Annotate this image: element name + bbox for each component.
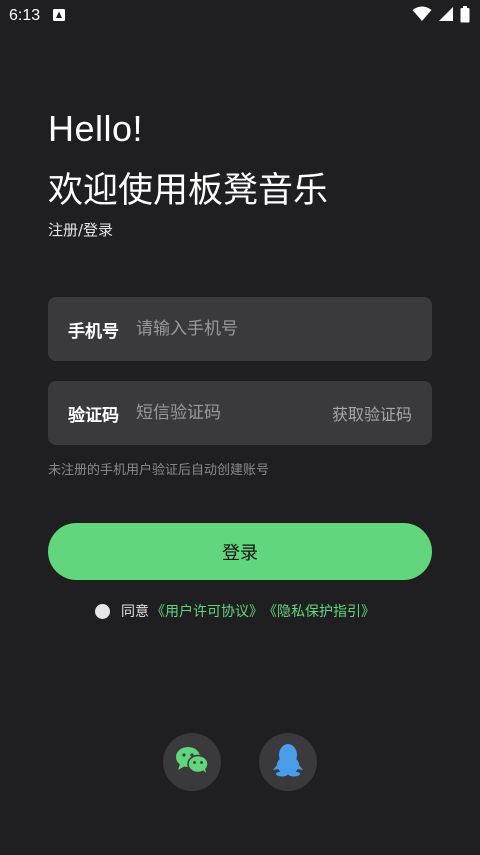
login-button[interactable]: 登录: [48, 523, 432, 580]
wifi-icon: [412, 6, 432, 26]
status-bar: 6:13: [0, 0, 480, 32]
agreement-row: 同意 《用户许可协议》 《隐私保护指引》: [95, 601, 375, 621]
get-code-button[interactable]: 获取验证码: [332, 401, 412, 425]
user-agreement-link[interactable]: 《用户许可协议》: [151, 601, 263, 621]
phone-input[interactable]: [136, 319, 412, 339]
notification-icon: [52, 7, 66, 26]
phone-label: 手机号: [68, 321, 119, 342]
auto-register-hint: 未注册的手机用户验证后自动创建账号: [48, 463, 270, 478]
wechat-icon: [175, 746, 209, 778]
hello-title: Hello!: [48, 108, 144, 149]
qq-icon: [273, 743, 303, 781]
signal-icon: [438, 6, 454, 26]
agreement-radio[interactable]: [95, 603, 110, 619]
status-right: [412, 5, 470, 27]
wechat-login-button[interactable]: [163, 733, 221, 791]
status-left: 6:13: [9, 7, 66, 26]
qq-login-button[interactable]: [259, 733, 317, 791]
status-time: 6:13: [9, 7, 41, 24]
code-label: 验证码: [68, 405, 119, 426]
privacy-policy-link[interactable]: 《隐私保护指引》: [263, 601, 375, 621]
agreement-prefix: 同意: [121, 604, 149, 620]
phone-field: 手机号: [48, 297, 432, 361]
verification-code-field: 验证码 获取验证码: [48, 381, 432, 445]
welcome-title: 欢迎使用板凳音乐: [48, 171, 329, 211]
battery-icon: [460, 5, 470, 27]
register-login-subtitle: 注册/登录: [48, 221, 114, 239]
code-input[interactable]: [136, 403, 332, 423]
